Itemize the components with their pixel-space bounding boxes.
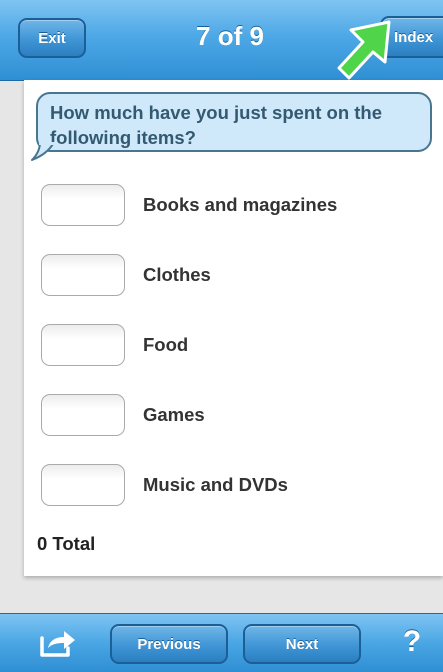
help-icon[interactable]: ? [392,620,432,664]
books-amount-input[interactable] [41,184,125,226]
bottom-bar: Previous Next ? [0,613,443,672]
bubble-tail [31,142,55,161]
pointer-arrow-icon [337,20,391,80]
food-amount-input[interactable] [41,324,125,366]
item-row-food: Food [41,324,441,370]
item-row-books: Books and magazines [41,184,441,230]
total-text: 0 Total [37,533,96,554]
exit-button[interactable]: Exit [18,18,86,58]
question-bubble: How much have you just spent on the foll… [36,92,432,152]
games-label: Games [143,404,205,425]
clothes-label: Clothes [143,264,211,285]
books-label: Books and magazines [143,194,338,215]
games-amount-input[interactable] [41,394,125,436]
next-button[interactable]: Next [243,624,361,664]
item-row-music: Music and DVDs [41,464,441,510]
music-label: Music and DVDs [143,474,288,495]
food-label: Food [143,334,189,355]
page-indicator: 7 of 9 [196,21,264,51]
item-row-clothes: Clothes [41,254,441,300]
share-icon[interactable] [36,628,80,658]
clothes-amount-input[interactable] [41,254,125,296]
music-amount-input[interactable] [41,464,125,506]
question-panel: How much have you just spent on the foll… [24,80,443,576]
item-row-games: Games [41,394,441,440]
previous-button[interactable]: Previous [110,624,228,664]
